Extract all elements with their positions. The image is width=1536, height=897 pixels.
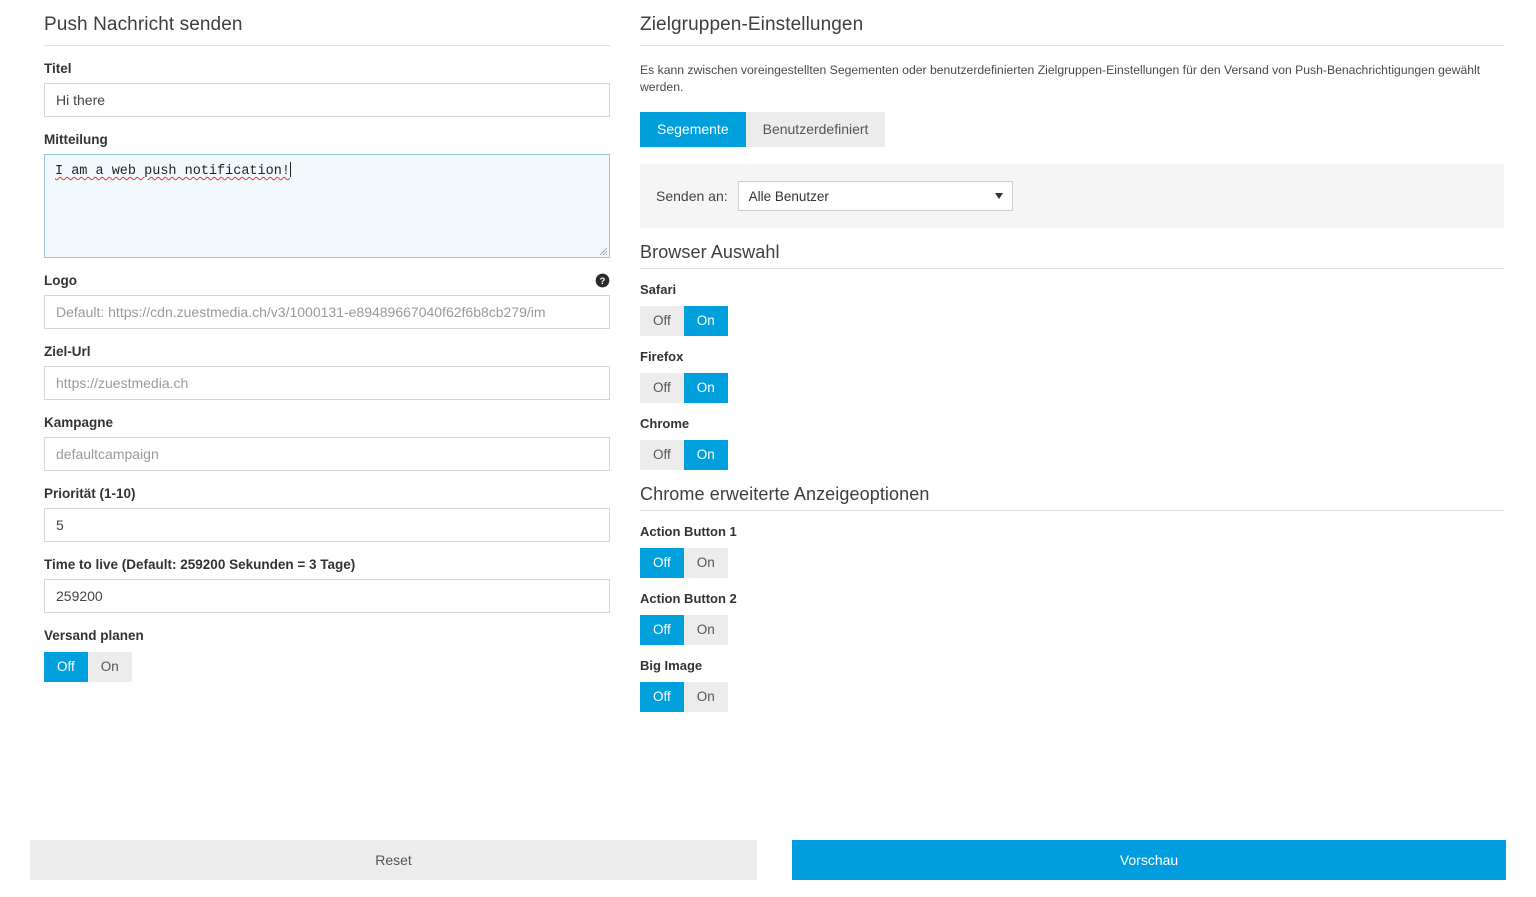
browser-firefox-group: Firefox Off On <box>640 349 1504 403</box>
prioritaet-label: Priorität (1-10) <box>44 486 136 501</box>
big-image-off-button[interactable]: Off <box>640 682 684 712</box>
big-image-label: Big Image <box>640 658 703 673</box>
browser-safari-toggle: Off On <box>640 306 1504 336</box>
browser-firefox-on-button[interactable]: On <box>683 373 728 403</box>
action-button-1-group: Action Button 1 Off On <box>640 524 1504 578</box>
logo-input[interactable] <box>44 295 610 329</box>
browser-chrome-on-button[interactable]: On <box>683 440 728 470</box>
action-button-1-off-button[interactable]: Off <box>640 548 684 578</box>
browser-chrome-label: Chrome <box>640 416 690 431</box>
field-versand-planen: Versand planen Off On <box>44 628 610 682</box>
mitteilung-textarea-wrapper: I am a web push notification! <box>44 154 610 258</box>
question-mark-circle-icon[interactable]: ? <box>595 273 610 288</box>
titel-label: Titel <box>44 61 72 76</box>
kampagne-label: Kampagne <box>44 415 114 430</box>
ziel-url-label: Ziel-Url <box>44 344 91 359</box>
time-to-live-input[interactable] <box>44 579 610 613</box>
titel-input[interactable] <box>44 83 610 117</box>
field-time-to-live: Time to live (Default: 259200 Sekunden =… <box>44 557 610 613</box>
versand-planen-on-button[interactable]: On <box>87 652 132 682</box>
field-prioritaet: Priorität (1-10) <box>44 486 610 542</box>
action-button-1-toggle: Off On <box>640 548 1504 578</box>
logo-label-row: Logo ? <box>44 273 610 288</box>
field-ziel-url: Ziel-Url <box>44 344 610 400</box>
big-image-group: Big Image Off On <box>640 658 1504 712</box>
browser-chrome-group: Chrome Off On <box>640 416 1504 470</box>
svg-text:?: ? <box>600 276 606 286</box>
browser-safari-group: Safari Off On <box>640 282 1504 336</box>
segment-tab-group: Segemente Benutzerdefiniert <box>640 112 1504 147</box>
versand-planen-toggle: Off On <box>44 652 610 682</box>
left-column: Push Nachricht senden Titel Mitteilung I… <box>16 0 624 712</box>
mitteilung-text: I am a web push notification! <box>55 164 290 179</box>
browser-safari-label: Safari <box>640 282 677 297</box>
send-to-panel: Senden an: Alle Benutzer <box>640 164 1504 228</box>
versand-planen-off-button[interactable]: Off <box>44 652 88 682</box>
page-title: Push Nachricht senden <box>44 0 610 46</box>
chrome-advanced-title: Chrome erweiterte Anzeigeoptionen <box>640 470 1504 511</box>
browser-safari-on-button[interactable]: On <box>683 306 728 336</box>
logo-label: Logo <box>44 273 77 288</box>
browser-selection-title: Browser Auswahl <box>640 228 1504 269</box>
ziel-url-input[interactable] <box>44 366 610 400</box>
preview-button[interactable]: Vorschau <box>792 840 1506 880</box>
field-logo: Logo ? <box>44 273 610 329</box>
chevron-down-icon <box>994 193 1003 199</box>
action-button-2-group: Action Button 2 Off On <box>640 591 1504 645</box>
send-to-selected-value: Alle Benutzer <box>748 188 829 204</box>
action-button-2-on-button[interactable]: On <box>683 615 728 645</box>
big-image-on-button[interactable]: On <box>683 682 728 712</box>
action-button-2-label: Action Button 2 <box>640 591 737 606</box>
mitteilung-label: Mitteilung <box>44 132 108 147</box>
time-to-live-label: Time to live (Default: 259200 Sekunden =… <box>44 557 356 572</box>
action-button-2-toggle: Off On <box>640 615 1504 645</box>
field-mitteilung: Mitteilung I am a web push notification! <box>44 132 610 258</box>
browser-safari-off-button[interactable]: Off <box>640 306 684 336</box>
prioritaet-input[interactable] <box>44 508 610 542</box>
browser-firefox-toggle: Off On <box>640 373 1504 403</box>
mitteilung-textarea[interactable]: I am a web push notification! <box>44 154 610 258</box>
text-caret <box>289 162 291 177</box>
tab-benutzerdefiniert[interactable]: Benutzerdefiniert <box>745 112 886 147</box>
versand-planen-label: Versand planen <box>44 628 144 643</box>
browser-chrome-toggle: Off On <box>640 440 1504 470</box>
send-to-select[interactable]: Alle Benutzer <box>737 181 1013 211</box>
target-group-description: Es kann zwischen voreingestellten Segeme… <box>640 63 1481 94</box>
field-kampagne: Kampagne <box>44 415 610 471</box>
action-button-2-off-button[interactable]: Off <box>640 615 684 645</box>
send-to-label: Senden an: <box>656 188 728 204</box>
action-button-1-on-button[interactable]: On <box>683 548 728 578</box>
browser-firefox-off-button[interactable]: Off <box>640 373 684 403</box>
reset-button[interactable]: Reset <box>30 840 757 880</box>
two-column-layout: Push Nachricht senden Titel Mitteilung I… <box>0 0 1536 712</box>
target-group-title: Zielgruppen-Einstellungen <box>640 0 1504 46</box>
big-image-toggle: Off On <box>640 682 1504 712</box>
kampagne-input[interactable] <box>44 437 610 471</box>
action-button-1-label: Action Button 1 <box>640 524 737 539</box>
browser-firefox-label: Firefox <box>640 349 684 364</box>
field-titel: Titel <box>44 61 610 117</box>
tab-segemente[interactable]: Segemente <box>640 112 746 147</box>
right-column: Zielgruppen-Einstellungen Es kann zwisch… <box>624 0 1516 712</box>
form-actions: Reset Vorschau <box>0 840 1536 897</box>
browser-chrome-off-button[interactable]: Off <box>640 440 684 470</box>
push-message-form-page: Push Nachricht senden Titel Mitteilung I… <box>0 0 1536 897</box>
